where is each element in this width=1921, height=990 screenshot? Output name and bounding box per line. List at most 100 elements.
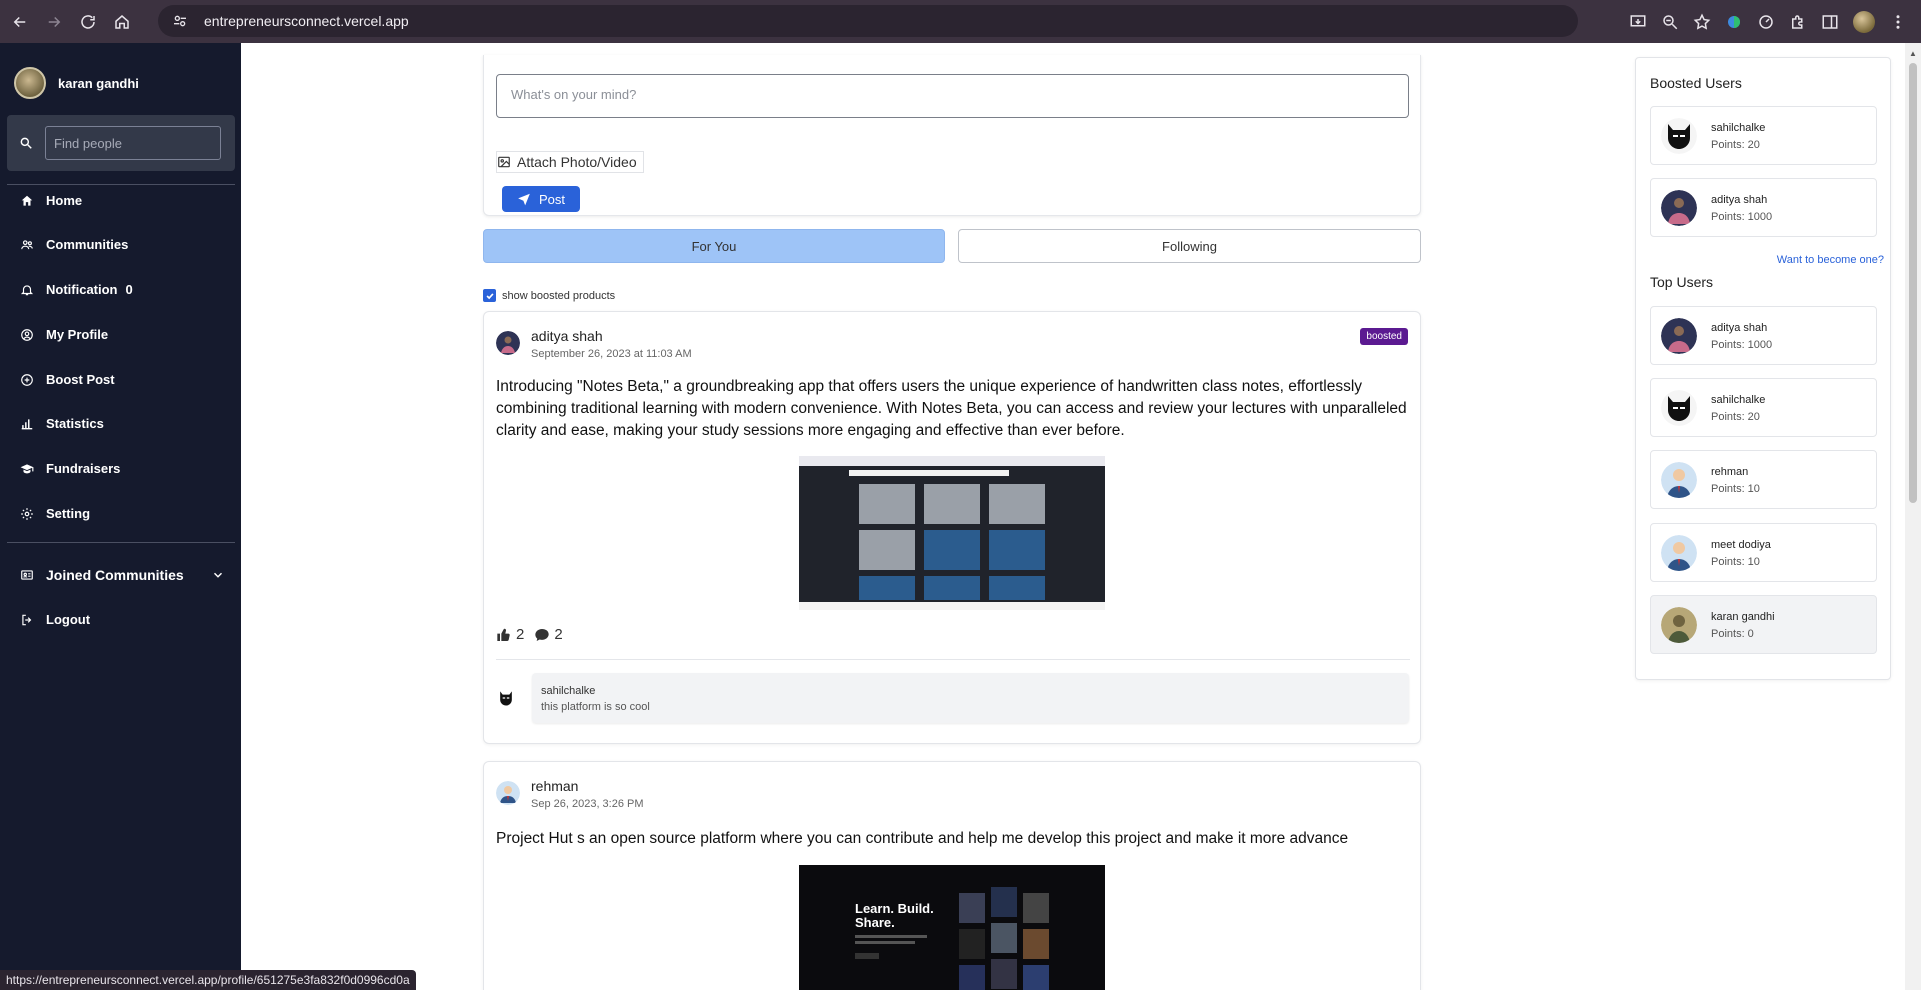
image-headline-2: Share. [855,915,895,930]
side-panel-icon[interactable] [1821,13,1839,31]
avatar[interactable] [496,331,520,355]
reload-icon[interactable] [74,8,102,36]
post-body: Introducing "Notes Beta," a groundbreaki… [496,378,1407,439]
user-name: aditya shah [1711,194,1768,206]
logout-icon [22,614,32,625]
comment-text: this platform is so cool [541,701,650,713]
tab-following[interactable]: Following [958,229,1421,263]
extensions-puzzle-icon[interactable] [1789,13,1807,31]
user-name: karan gandhi [1711,611,1775,623]
post-button[interactable]: Post [502,186,580,212]
post-card: rehman Sep 26, 2023, 3:26 PM Project Hut… [483,761,1421,990]
sidebar-item-label: Statistics [46,416,104,431]
become-boosted-link[interactable]: Want to become one? [1777,254,1884,266]
avatar [1661,607,1697,643]
comment-item: sahilchalke this platform is so cool [532,673,1409,723]
user-name: meet dodiya [1711,539,1771,551]
more-menu-icon[interactable] [1889,13,1907,31]
user-name: rehman [1711,466,1749,478]
user-circle-icon [21,328,33,341]
users-icon [21,239,33,249]
attach-media-button[interactable]: Attach Photo/Video [496,151,644,173]
tab-for-you[interactable]: For You [483,229,945,263]
like-count: 2 [516,626,525,643]
sidebar-item-fundraisers[interactable]: Fundraisers [20,461,120,476]
sidebar-item-home[interactable]: Home [20,193,82,208]
sidebar-item-label: Notification [46,282,118,297]
chevron-down-icon[interactable] [211,568,225,582]
bookmark-star-icon[interactable] [1693,13,1711,31]
comment-author[interactable]: sahilchalke [541,685,595,697]
forward-icon[interactable] [40,8,68,36]
search-icon [20,137,32,149]
show-boosted-checkbox[interactable] [483,289,496,302]
sidebar-item-setting[interactable]: Setting [20,506,90,521]
address-bar[interactable]: entrepreneursconnect.vercel.app [158,5,1578,37]
sidebar-item-boost-post[interactable]: Boost Post [20,372,115,387]
top-users-title: Top Users [1650,274,1714,290]
comment-icon[interactable] [534,627,550,643]
sidebar-item-label: My Profile [46,327,109,342]
scroll-up-icon[interactable]: ▲ [1909,49,1917,58]
sidebar-item-label: Home [46,193,83,208]
joined-communities-toggle[interactable]: Joined Communities [20,567,225,583]
status-badge: boosted [1360,328,1408,345]
user-points: Points: 20 [1711,139,1760,151]
post-author[interactable]: rehman [531,778,578,794]
sidebar-item-label: Logout [46,612,91,627]
post-author[interactable]: aditya shah [531,328,603,344]
install-app-icon[interactable] [1629,13,1647,31]
post-timestamp: Sep 26, 2023, 3:26 PM [531,798,644,810]
home-icon[interactable] [108,8,136,36]
extension-gauge-icon[interactable] [1757,13,1775,31]
user-card[interactable]: karan gandhi Points: 0 [1650,595,1877,654]
user-card[interactable]: aditya shah Points: 1000 [1650,178,1877,237]
zoom-icon[interactable] [1661,13,1679,31]
boosted-users-title: Boosted Users [1650,75,1742,91]
avatar[interactable] [496,781,520,805]
default-user-avatar-icon [1661,535,1697,571]
page-scrollbar[interactable]: ▲ [1905,43,1921,990]
show-boosted-label: show boosted products [502,289,616,302]
divider [7,184,235,185]
site-settings-icon[interactable] [172,13,188,29]
user-points: Points: 10 [1711,483,1760,495]
post-timestamp: September 26, 2023 at 11:03 AM [531,348,692,360]
user-card[interactable]: rehman Points: 10 [1650,450,1877,509]
user-card[interactable]: aditya shah Points: 1000 [1650,306,1877,365]
extension-color-icon[interactable] [1725,13,1743,31]
home-icon [21,195,33,206]
thumbs-up-icon[interactable] [496,627,512,643]
back-icon[interactable] [6,8,34,36]
post-composer: Attach Photo/Video Post [483,55,1421,216]
post-image[interactable]: Learn. Build. Share. [799,865,1105,990]
sidebar-item-statistics[interactable]: Statistics [20,416,104,431]
plus-circle-icon [21,373,33,386]
user-card[interactable]: sahilchalke Points: 20 [1650,106,1877,165]
scrollbar-thumb[interactable] [1909,63,1917,503]
batman-avatar-icon [1661,390,1697,426]
sidebar-item-label: Communities [46,237,129,252]
batman-avatar-icon[interactable] [496,688,516,708]
url-text[interactable]: entrepreneursconnect.vercel.app [204,13,409,29]
sidebar-item-notification[interactable]: Notification 0 [20,282,133,297]
batman-avatar-icon [1661,118,1697,154]
show-boosted-toggle[interactable]: show boosted products [483,289,615,302]
search-input[interactable] [45,126,221,160]
post-textarea[interactable] [496,74,1409,118]
sidebar-item-my-profile[interactable]: My Profile [20,327,108,342]
sidebar-item-label: Boost Post [46,372,115,387]
sidebar-user-name[interactable]: karan gandhi [58,76,139,91]
sidebar-user[interactable]: karan gandhi [0,43,241,105]
user-name: sahilchalke [1711,394,1766,406]
browser-profile-avatar[interactable] [1853,10,1875,33]
user-points: Points: 1000 [1711,211,1773,223]
user-points: Points: 20 [1711,411,1760,423]
sidebar-item-logout[interactable]: Logout [20,612,90,627]
user-card[interactable]: meet dodiya Points: 10 [1650,523,1877,582]
sidebar-item-communities[interactable]: Communities [20,237,128,252]
avatar[interactable] [14,67,46,99]
sidebar-item-label: Setting [46,506,91,521]
user-card[interactable]: sahilchalke Points: 20 [1650,378,1877,437]
post-image[interactable] [799,456,1105,610]
